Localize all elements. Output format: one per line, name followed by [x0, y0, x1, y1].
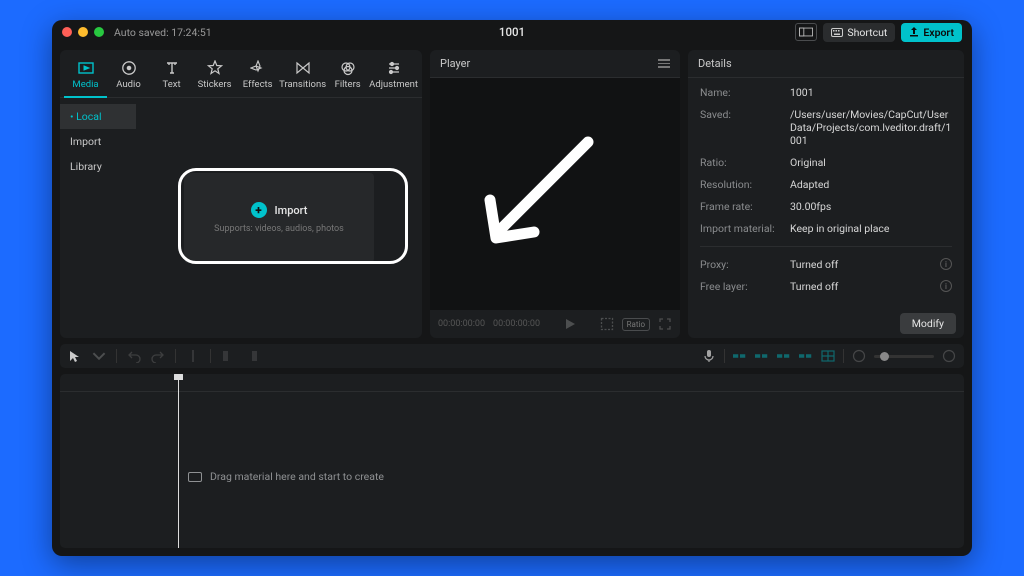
play-icon[interactable]	[563, 317, 577, 331]
timeline-ruler[interactable]	[60, 374, 964, 392]
detail-value: 1001	[790, 86, 952, 99]
detail-key: Import material:	[700, 222, 782, 235]
import-label: Import	[275, 204, 308, 217]
modify-button[interactable]: Modify	[900, 313, 956, 334]
sidebar-item-local[interactable]: Local	[60, 104, 136, 129]
zoom-in-icon[interactable]	[942, 349, 956, 363]
tab-stickers[interactable]: Stickers	[193, 56, 236, 97]
detail-value: Original	[790, 156, 952, 169]
player-panel: Player 00:00:00:00 00:00:00:00 Ratio	[430, 50, 680, 338]
track-toggle-3-icon[interactable]	[777, 349, 791, 363]
tab-effects[interactable]: Effects	[236, 56, 279, 97]
tab-adjustment[interactable]: Adjustment	[369, 56, 418, 97]
chevron-down-icon[interactable]	[92, 349, 106, 363]
import-button[interactable]: + Import Supports: videos, audios, photo…	[184, 173, 374, 263]
timeline-toolbar	[60, 344, 964, 368]
detail-key: Resolution:	[700, 178, 782, 191]
detail-value: 30.00fps	[790, 200, 952, 213]
tab-media[interactable]: Media	[64, 56, 107, 98]
plus-icon: +	[251, 202, 267, 218]
timeline[interactable]: Drag material here and start to create	[60, 374, 964, 548]
player-controls: 00:00:00:00 00:00:00:00 Ratio	[430, 310, 680, 338]
media-sidebar: Local Import Library	[60, 98, 136, 338]
detail-key: Frame rate:	[700, 200, 782, 213]
tab-label: Effects	[243, 79, 273, 90]
titlebar: Auto saved: 17:24:51 1001 Shortcut Expor…	[52, 20, 972, 44]
import-hint: Supports: videos, audios, photos	[214, 224, 344, 234]
timeline-placeholder: Drag material here and start to create	[188, 470, 384, 483]
preview-quality-icon[interactable]	[600, 317, 614, 331]
track-toggle-1-icon[interactable]	[733, 349, 747, 363]
redo-icon[interactable]	[151, 349, 165, 363]
detail-key: Free layer:	[700, 280, 782, 293]
tab-label: Adjustment	[369, 79, 418, 90]
tab-label: Text	[163, 79, 181, 90]
media-panel: Media Audio Text Stickers Effects	[60, 50, 422, 338]
timecode-current: 00:00:00:00	[438, 319, 485, 329]
tab-label: Filters	[335, 79, 361, 90]
zoom-out-icon[interactable]	[852, 349, 866, 363]
project-title: 1001	[52, 25, 972, 39]
info-icon[interactable]: i	[940, 280, 952, 292]
details-title: Details	[688, 50, 964, 78]
track-toggle-2-icon[interactable]	[755, 349, 769, 363]
playhead[interactable]	[178, 374, 179, 548]
split-icon[interactable]	[186, 349, 200, 363]
tab-audio[interactable]: Audio	[107, 56, 150, 97]
detail-value: Keep in original place	[790, 222, 952, 235]
detail-value: Adapted	[790, 178, 952, 191]
info-icon[interactable]: i	[940, 258, 952, 270]
tool-tabs: Media Audio Text Stickers Effects	[60, 50, 422, 98]
tab-filters[interactable]: Filters	[326, 56, 369, 97]
tab-label: Media	[72, 79, 98, 90]
detail-value: /Users/user/Movies/CapCut/User Data/Proj…	[790, 108, 952, 147]
undo-icon[interactable]	[127, 349, 141, 363]
player-title: Player	[430, 50, 680, 78]
details-panel: Details Name: 1001 Saved:/Users/user/Movi…	[688, 50, 964, 338]
app-window: Auto saved: 17:24:51 1001 Shortcut Expor…	[52, 20, 972, 556]
delete-right-icon[interactable]	[245, 349, 259, 363]
detail-value: Turned off	[790, 258, 932, 271]
player-menu-icon[interactable]	[658, 59, 670, 67]
track-toggle-4-icon[interactable]	[799, 349, 813, 363]
preview-grid-icon[interactable]	[821, 349, 835, 363]
detail-key: Ratio:	[700, 156, 782, 169]
fullscreen-icon[interactable]	[658, 317, 672, 331]
tab-text[interactable]: Text	[150, 56, 193, 97]
detail-key: Saved:	[700, 108, 782, 147]
pointer-tool-icon[interactable]	[68, 349, 82, 363]
tab-label: Stickers	[198, 79, 232, 90]
tab-label: Transitions	[279, 79, 326, 90]
clip-icon	[188, 472, 202, 482]
zoom-slider[interactable]	[874, 355, 934, 358]
tab-label: Audio	[116, 79, 140, 90]
delete-left-icon[interactable]	[221, 349, 235, 363]
sidebar-item-library[interactable]: Library	[60, 154, 136, 179]
divider	[700, 246, 952, 247]
player-stage[interactable]	[430, 78, 680, 310]
detail-key: Proxy:	[700, 258, 782, 271]
media-drop-area[interactable]: + Import Supports: videos, audios, photo…	[136, 98, 422, 338]
mic-icon[interactable]	[702, 349, 716, 363]
detail-key: Name:	[700, 86, 782, 99]
detail-value: Turned off	[790, 280, 932, 293]
tab-transitions[interactable]: Transitions	[279, 56, 326, 97]
timecode-total: 00:00:00:00	[493, 319, 540, 329]
ratio-button[interactable]: Ratio	[622, 318, 650, 331]
sidebar-item-import[interactable]: Import	[60, 129, 136, 154]
